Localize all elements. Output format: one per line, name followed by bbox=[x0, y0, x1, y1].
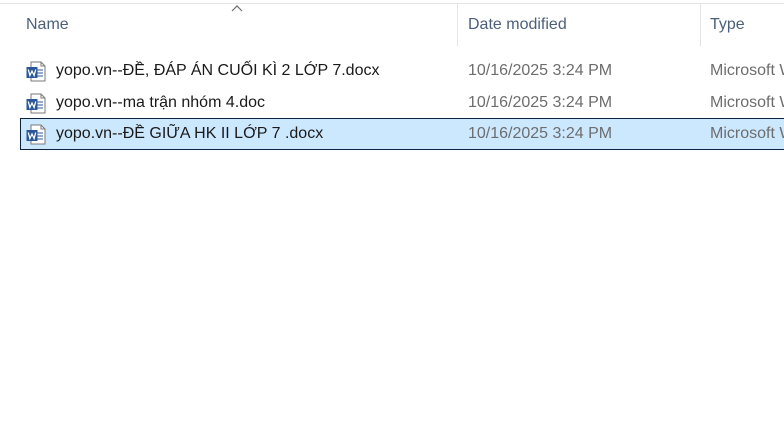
word-document-icon bbox=[26, 93, 46, 114]
file-row[interactable]: yopo.vn--ma trận nhóm 4.doc 10/16/2025 3… bbox=[20, 87, 784, 119]
file-name: yopo.vn--ĐỀ, ĐÁP ÁN CUỐI KÌ 2 LỚP 7.docx bbox=[56, 62, 380, 79]
file-row[interactable]: yopo.vn--ĐỀ, ĐÁP ÁN CUỐI KÌ 2 LỚP 7.docx… bbox=[20, 55, 784, 87]
word-document-icon bbox=[26, 61, 46, 82]
file-date-modified: 10/16/2025 3:24 PM bbox=[468, 94, 613, 111]
file-explorer-details-pane: Name Date modified Type yopo.vn--ĐỀ, ĐÁP… bbox=[0, 0, 784, 431]
column-header-date-modified[interactable]: Date modified bbox=[458, 4, 700, 46]
file-name: yopo.vn--ma trận nhóm 4.doc bbox=[56, 94, 265, 111]
column-header-row: Name Date modified Type bbox=[0, 4, 784, 46]
file-type: Microsoft Word Document bbox=[710, 125, 784, 142]
file-row-selected[interactable]: yopo.vn--ĐỀ GIỮA HK II LỚP 7 .docx 10/16… bbox=[20, 118, 784, 150]
file-type: Microsoft Word 97 - 2003 Document bbox=[710, 94, 784, 111]
file-date-modified: 10/16/2025 3:24 PM bbox=[468, 62, 613, 79]
column-header-type[interactable]: Type bbox=[701, 4, 784, 46]
word-document-icon bbox=[26, 124, 46, 145]
file-date-modified: 10/16/2025 3:24 PM bbox=[468, 125, 613, 142]
column-header-name[interactable]: Name bbox=[0, 4, 457, 46]
file-type: Microsoft Word Document bbox=[710, 62, 784, 79]
file-name: yopo.vn--ĐỀ GIỮA HK II LỚP 7 .docx bbox=[56, 125, 324, 142]
